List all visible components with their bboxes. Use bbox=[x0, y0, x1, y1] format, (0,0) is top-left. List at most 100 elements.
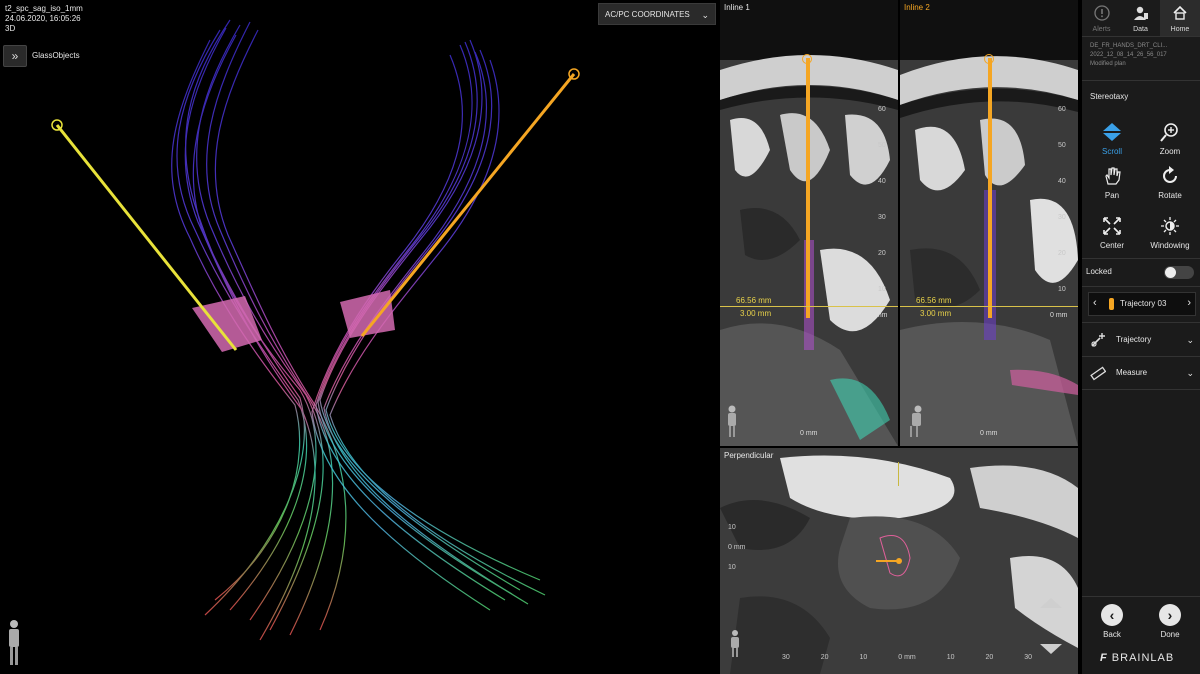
done-label: Done bbox=[1160, 630, 1180, 639]
fiber-bundle-left bbox=[171, 19, 347, 641]
scale-tick: 50 bbox=[1058, 142, 1066, 149]
viewport-3d[interactable]: t2_spc_sag_iso_1mm 24.06.2020, 16:05:26 … bbox=[0, 0, 718, 674]
measure-line-inline-1 bbox=[720, 306, 898, 307]
center-label: Center bbox=[1099, 241, 1124, 250]
chevron-left-icon[interactable]: ‹ bbox=[1093, 297, 1097, 309]
home-icon bbox=[1173, 5, 1187, 20]
pan-icon bbox=[1105, 167, 1121, 185]
perpendicular-left-scale: 10 0 mm 10 bbox=[728, 518, 746, 578]
divider bbox=[1082, 80, 1200, 81]
done-button[interactable]: › Done bbox=[1148, 604, 1192, 646]
rotate-label: Rotate bbox=[1158, 191, 1182, 200]
ruler-icon bbox=[1090, 366, 1106, 381]
scale-inline-1: 60 50 40 30 20 10 bbox=[878, 92, 886, 308]
brand-logo: F BRAINLAB bbox=[1100, 652, 1174, 664]
measure-panel-toggle[interactable]: Measure ⌄ bbox=[1086, 363, 1196, 383]
windowing-icon bbox=[1161, 217, 1179, 235]
bottom-label-inline-2: 0 mm bbox=[980, 430, 998, 437]
locked-row: Locked bbox=[1086, 262, 1196, 282]
back-label: Back bbox=[1103, 630, 1121, 639]
divider bbox=[1082, 36, 1200, 37]
series-name: t2_spc_sag_iso_1mm bbox=[5, 4, 83, 13]
scroll-tool[interactable]: Scroll bbox=[1084, 116, 1140, 160]
home-button[interactable]: Home bbox=[1160, 0, 1200, 36]
pan-label: Pan bbox=[1104, 191, 1120, 200]
scale-tick: 20 bbox=[878, 250, 886, 257]
scale-tick: 30 bbox=[1024, 654, 1032, 661]
scale-tick: 20 bbox=[820, 654, 829, 661]
divider bbox=[1082, 322, 1200, 323]
measure-distance-inline-1: 66.56 mm bbox=[736, 296, 772, 305]
scale-tick: 40 bbox=[878, 178, 886, 185]
measure-offset-inline-1: 3.00 mm bbox=[740, 309, 772, 318]
inline-2-title: Inline 2 bbox=[904, 3, 930, 12]
scale-tick: 0 mm bbox=[898, 654, 916, 661]
zoom-tool[interactable]: Zoom bbox=[1142, 116, 1198, 160]
zero-label-inline-1: 0 mm bbox=[870, 312, 888, 319]
trajectory-line-inline-1 bbox=[806, 58, 810, 318]
measure-distance-inline-2: 66.56 mm bbox=[916, 296, 952, 305]
trajectory-entry-inline-1 bbox=[802, 54, 812, 64]
scale-tick: 10 bbox=[946, 654, 955, 661]
windowing-tool[interactable]: Windowing bbox=[1142, 210, 1198, 254]
perpendicular-view[interactable]: Perpendicular 10 0 mm 10 30 20 10 0 mm 1… bbox=[720, 448, 1078, 674]
scale-tick: 20 bbox=[985, 654, 994, 661]
perpendicular-bottom-scale: 30 20 10 0 mm 10 20 30 bbox=[782, 654, 1032, 661]
trajectory-selector-label: Trajectory 03 bbox=[1120, 299, 1167, 308]
trajectory-selector: ‹ Trajectory 03 › bbox=[1088, 292, 1196, 316]
scale-inline-2: 60 50 40 30 20 10 bbox=[1058, 92, 1066, 308]
trajectory-left bbox=[51, 119, 238, 351]
home-label: Home bbox=[1170, 26, 1190, 33]
divider bbox=[1082, 258, 1200, 259]
trajectory-panel-toggle[interactable]: Trajectory ⌄ bbox=[1086, 330, 1196, 350]
back-button[interactable]: ‹ Back bbox=[1090, 604, 1134, 646]
sidebar: Alerts Data Home DE_FR_HANDS_DRT_CLI... … bbox=[1082, 0, 1200, 674]
scale-tick: 20 bbox=[1058, 250, 1066, 257]
inline-1-title: Inline 1 bbox=[724, 3, 750, 12]
zoom-icon bbox=[1160, 123, 1178, 142]
view-mode: 3D bbox=[5, 24, 16, 33]
perpendicular-title: Perpendicular bbox=[724, 451, 774, 460]
scroll-up-arrow-icon[interactable] bbox=[1040, 598, 1062, 608]
scale-tick: 50 bbox=[878, 142, 886, 149]
scale-tick: 10 bbox=[728, 564, 736, 571]
divider bbox=[1082, 596, 1200, 597]
scroll-down-arrow-icon[interactable] bbox=[1040, 644, 1062, 654]
inline-1-view[interactable]: Inline 1 66.56 mm 3.00 mm 0 mm 60 50 40 … bbox=[720, 0, 898, 446]
trajectory-plus-icon bbox=[1091, 333, 1105, 347]
patient-orientation-icon bbox=[9, 620, 19, 665]
section-title: Stereotaxy bbox=[1090, 92, 1129, 101]
glass-objects-label: GlassObjects bbox=[32, 51, 80, 60]
rotate-tool[interactable]: Rotate bbox=[1142, 160, 1198, 204]
scroll-label: Scroll bbox=[1101, 147, 1122, 156]
expand-button[interactable]: » bbox=[3, 45, 27, 67]
inline-2-view[interactable]: Inline 2 66.56 mm 3.00 mm 0 mm 60 50 40 … bbox=[900, 0, 1078, 446]
data-label: Data bbox=[1133, 26, 1148, 33]
data-button[interactable]: Data bbox=[1121, 0, 1160, 36]
divider bbox=[1082, 286, 1200, 287]
measure-panel-label: Measure bbox=[1116, 368, 1148, 377]
brainlab-logo-icon: F bbox=[1100, 652, 1108, 664]
locked-toggle[interactable] bbox=[1164, 266, 1194, 279]
rotate-icon bbox=[1163, 166, 1177, 183]
trajectory-entry-inline-2 bbox=[984, 54, 994, 64]
coordinates-dropdown[interactable]: AC/PC COORDINATES ⌄ bbox=[598, 3, 716, 25]
chevron-right-icon[interactable]: › bbox=[1187, 297, 1191, 309]
divider bbox=[1082, 389, 1200, 390]
center-tool[interactable]: Center bbox=[1084, 210, 1140, 254]
coordinates-dropdown-label: AC/PC COORDINATES bbox=[605, 10, 690, 19]
alerts-button[interactable]: Alerts bbox=[1082, 0, 1121, 36]
trajectory-right bbox=[360, 68, 580, 337]
back-arrow-icon: ‹ bbox=[1101, 604, 1123, 626]
tractography-render bbox=[51, 19, 580, 641]
scale-tick: 10 bbox=[1058, 286, 1066, 293]
pan-tool[interactable]: Pan bbox=[1084, 160, 1140, 204]
scale-tick: 30 bbox=[878, 214, 886, 221]
scale-tick: 0 mm bbox=[728, 544, 746, 551]
divider bbox=[1082, 356, 1200, 357]
scale-tick: 10 bbox=[859, 654, 868, 661]
patient-line: DE_FR_HANDS_DRT_CLI... bbox=[1090, 43, 1168, 49]
measure-line-inline-2 bbox=[900, 306, 1078, 307]
perpendicular-crosshair-v bbox=[898, 462, 899, 486]
brand-name: BRAINLAB bbox=[1111, 652, 1175, 664]
